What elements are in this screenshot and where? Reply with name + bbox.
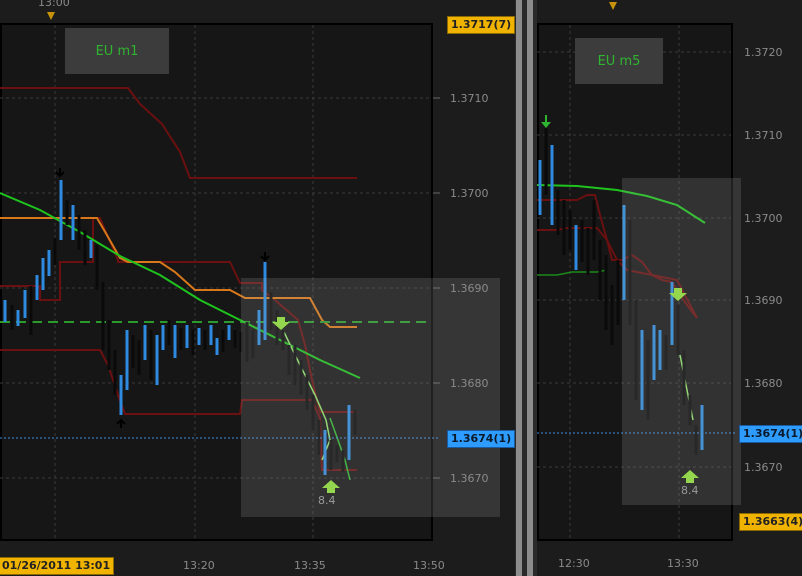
time-marker-icon — [609, 2, 617, 10]
time-label: 13:50 — [413, 559, 445, 572]
current-price-badge: 1.3674(1) — [739, 425, 802, 443]
price-label: 1.3700 — [450, 187, 489, 200]
time-label: 13:35 — [294, 559, 326, 572]
symbol-tag: EU m1 — [65, 28, 169, 74]
signal-value-label: 8.4 — [681, 484, 699, 497]
time-marker-icon — [47, 12, 55, 20]
price-label: 1.3700 — [744, 212, 783, 225]
price-label: 1.3670 — [744, 461, 783, 474]
price-label: 1.3710 — [450, 92, 489, 105]
right-chart-pane[interactable]: EU m5 1.3720 1.3710 1.3700 1.3690 1.3680… — [537, 0, 802, 576]
time-label: 12:30 — [558, 557, 590, 570]
price-label: 1.3720 — [744, 46, 783, 59]
time-label: 13:20 — [183, 559, 215, 572]
time-label: 13:30 — [667, 557, 699, 570]
price-label: 1.3690 — [744, 294, 783, 307]
symbol-tag: EU m5 — [575, 38, 663, 84]
current-price-badge: 1.3674(1) — [447, 430, 515, 448]
price-label: 1.3710 — [744, 129, 783, 142]
selection-overlay — [622, 178, 741, 505]
price-label: 1.3690 — [450, 282, 489, 295]
price-label: 1.3680 — [744, 377, 783, 390]
left-chart-pane[interactable]: EU m1 13:00 1.3710 1.3700 1.3690 1.3680 … — [0, 0, 515, 576]
top-time-label: 13:00 — [38, 0, 70, 9]
pane-splitter[interactable] — [515, 0, 537, 576]
cursor-date-badge: 01/26/2011 13:01 — [0, 557, 115, 575]
high-price-badge: 1.3717(7) — [447, 16, 515, 34]
signal-value-label: 8.4 — [318, 494, 336, 507]
price-label: 1.3670 — [450, 472, 489, 485]
price-label: 1.3680 — [450, 377, 489, 390]
low-price-badge: 1.3663(4) — [739, 513, 802, 531]
